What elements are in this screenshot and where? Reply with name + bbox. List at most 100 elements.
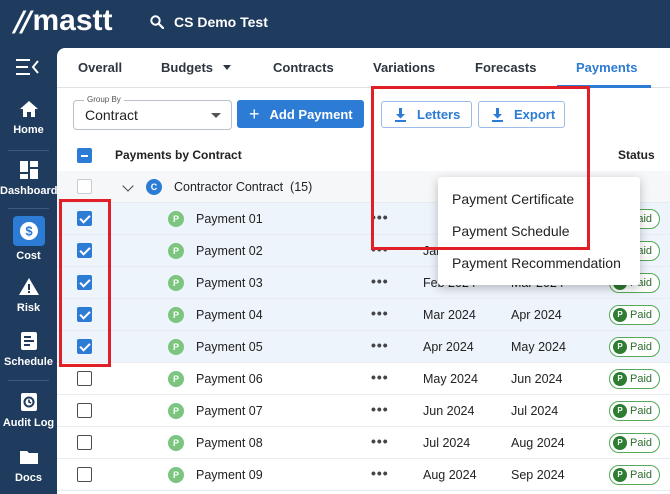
more-options-icon[interactable]: ••• (371, 337, 389, 353)
folder-icon (19, 451, 38, 464)
period-end: Sep 2024 (511, 468, 565, 482)
row-checkbox[interactable] (77, 403, 92, 418)
sidebar-item-cost[interactable]: $ Cost (0, 216, 57, 262)
more-options-icon[interactable]: ••• (371, 465, 389, 481)
sidebar-item-label: Docs (15, 472, 42, 484)
period-start: Mar 2024 (423, 308, 476, 322)
sidebar-item-label: Dashboard (0, 185, 58, 197)
group-by-select[interactable]: Group By Contract (73, 95, 232, 130)
period-start: Apr 2024 (423, 340, 474, 354)
group-checkbox[interactable] (77, 179, 92, 194)
dollar-icon: $ (19, 222, 38, 240)
payment-name[interactable]: Payment 02 (196, 244, 263, 258)
payment-badge: P (168, 307, 184, 323)
period-end: Aug 2024 (511, 436, 565, 450)
period-end: Apr 2024 (511, 308, 562, 322)
payment-name[interactable]: Payment 03 (196, 276, 263, 290)
group-name: Contractor Contract (15) (174, 180, 313, 194)
mastt-logo[interactable]: // mastt (14, 4, 112, 38)
sidebar-item-home[interactable]: Home (0, 98, 57, 136)
audit-log-icon (20, 393, 37, 411)
menu-item-payment-recommendation[interactable]: Payment Recommendation (452, 255, 621, 271)
payment-name[interactable]: Payment 04 (196, 308, 263, 322)
payment-name[interactable]: Payment 05 (196, 340, 263, 354)
status-badge: PPaid (609, 401, 661, 421)
status-badge: PPaid (609, 369, 661, 389)
search-icon (150, 15, 164, 29)
payment-badge: P (168, 275, 184, 291)
caret-down-icon (211, 113, 221, 118)
status-badge: PPaid (609, 465, 661, 485)
table-row[interactable]: P Payment 04 ••• Mar 2024 Apr 2024 P Paid (57, 299, 670, 331)
sidebar-item-label: Schedule (4, 356, 53, 368)
sidebar-item-label: Home (13, 124, 44, 136)
payment-name[interactable]: Payment 07 (196, 404, 263, 418)
payment-name[interactable]: Payment 09 (196, 468, 263, 482)
period-start: Aug 2024 (423, 468, 477, 482)
sidebar-item-label: Cost (16, 250, 41, 262)
table-row[interactable]: P Payment 08 ••• Jul 2024 Aug 2024 P Paid (57, 427, 670, 459)
more-options-icon[interactable]: ••• (371, 369, 389, 385)
more-options-icon[interactable]: ••• (371, 273, 389, 289)
payment-badge: P (168, 467, 184, 483)
paid-status-icon: P (613, 372, 627, 386)
sidebar-item-schedule[interactable]: Schedule (0, 330, 57, 368)
payment-name[interactable]: Payment 06 (196, 372, 263, 386)
payment-name[interactable]: Payment 08 (196, 436, 263, 450)
row-checkbox[interactable] (77, 371, 92, 386)
table-row[interactable]: P Payment 07 ••• Jun 2024 Jul 2024 P Paid (57, 395, 670, 427)
paid-status-icon: P (613, 308, 627, 322)
project-search[interactable]: CS Demo Test (150, 14, 268, 30)
cost-icon-box: $ (12, 216, 45, 246)
payment-name[interactable]: Payment 01 (196, 212, 263, 226)
paid-status-icon: P (613, 436, 627, 450)
status-badge: PPaid (609, 337, 661, 357)
plus-icon: + (249, 104, 260, 124)
table-title: Payments by Contract (115, 148, 242, 162)
tab-contracts[interactable]: Contracts (273, 60, 334, 75)
period-end: May 2024 (511, 340, 566, 354)
sidebar-item-label: Audit Log (2, 417, 55, 429)
table-row[interactable]: P Payment 05 ••• Apr 2024 May 2024 P Paid (57, 331, 670, 363)
contract-badge: C (146, 179, 162, 195)
payment-badge: P (168, 243, 184, 259)
more-options-icon[interactable]: ••• (371, 401, 389, 417)
highlight-checkboxes-box (59, 199, 111, 367)
logo-text: mastt (32, 4, 113, 37)
chevron-down-icon[interactable] (122, 180, 134, 192)
table-row[interactable]: P Payment 09 ••• Aug 2024 Sep 2024 P Paid (57, 459, 670, 491)
sidebar-item-label: Risk (16, 302, 41, 314)
select-all-checkbox[interactable] (77, 148, 92, 163)
sidebar-item-audit-log[interactable]: Audit Log (0, 391, 57, 429)
tab-payments[interactable]: Payments (576, 60, 637, 75)
paid-status-icon: P (613, 468, 627, 482)
payment-badge: P (168, 435, 184, 451)
status-badge: PPaid (609, 433, 661, 453)
home-icon (19, 101, 38, 117)
dashboard-icon (19, 161, 38, 179)
tab-forecasts[interactable]: Forecasts (475, 60, 536, 75)
row-checkbox[interactable] (77, 435, 92, 450)
table-row[interactable]: P Payment 06 ••• May 2024 Jun 2024 P Paid (57, 363, 670, 395)
paid-status-icon: P (613, 404, 627, 418)
sidebar-item-dashboard[interactable]: Dashboard (0, 159, 57, 197)
group-by-value: Contract (85, 107, 138, 123)
logo-mark-icon: // (14, 4, 32, 38)
group-by-label: Group By (84, 95, 124, 104)
period-end: Jul 2024 (511, 404, 559, 418)
period-start: Jun 2024 (423, 404, 475, 418)
status-column-header: Status (618, 148, 655, 162)
period-start: Jul 2024 (423, 436, 471, 450)
status-badge: PPaid (609, 305, 661, 325)
more-options-icon[interactable]: ••• (371, 305, 389, 321)
tab-overall[interactable]: Overall (78, 60, 122, 75)
row-checkbox[interactable] (77, 467, 92, 482)
more-options-icon[interactable]: ••• (371, 433, 389, 449)
group-count: (15) (290, 180, 313, 194)
add-payment-button[interactable]: + Add Payment (237, 100, 364, 128)
menu-collapse-icon[interactable] (16, 58, 40, 76)
sidebar-item-docs[interactable]: Docs (0, 446, 57, 484)
sidebar-item-risk[interactable]: Risk (0, 276, 57, 314)
tab-variations[interactable]: Variations (373, 60, 435, 75)
tab-budgets[interactable]: Budgets (161, 60, 231, 75)
